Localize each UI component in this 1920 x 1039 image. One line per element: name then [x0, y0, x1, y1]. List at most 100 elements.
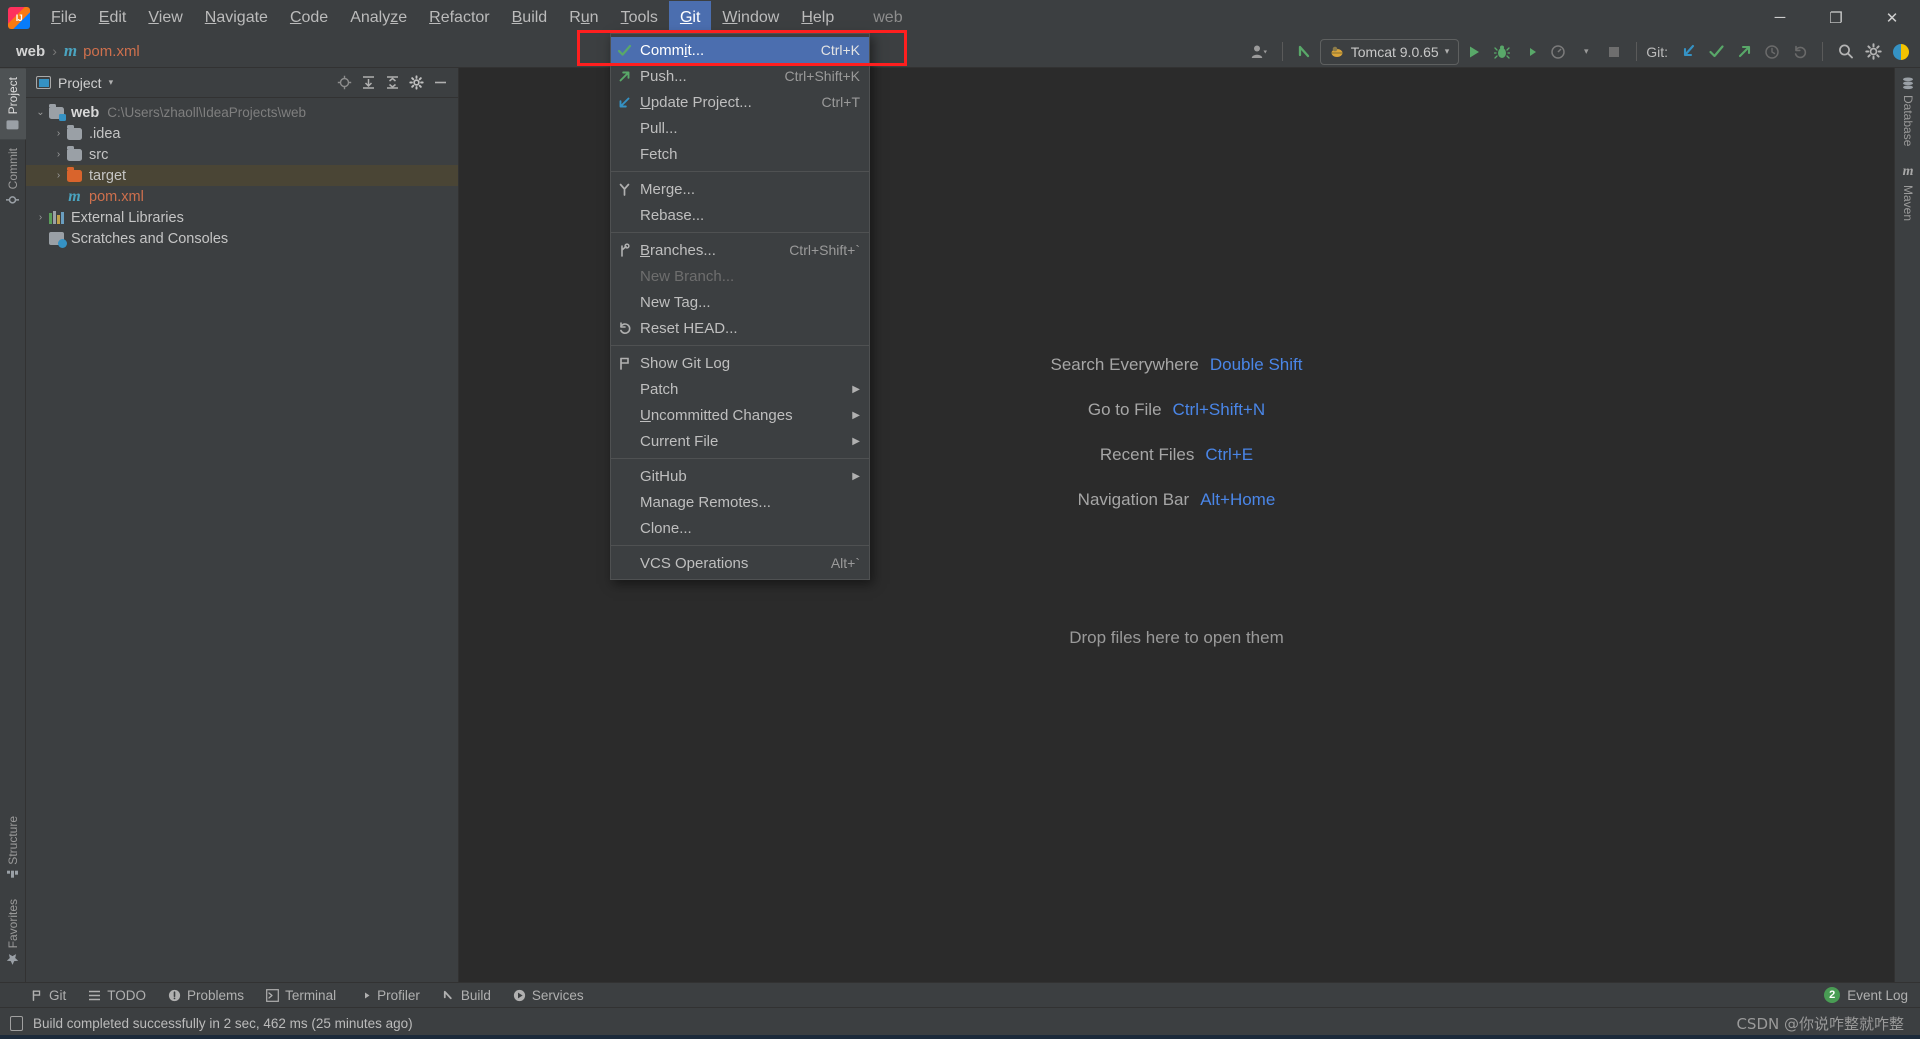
- menu-tools[interactable]: Tools: [610, 1, 669, 34]
- toolwindow-tab-project[interactable]: Project: [0, 68, 26, 140]
- library-icon: [49, 211, 64, 224]
- update-project-icon[interactable]: [1675, 39, 1701, 65]
- chevron-down-icon[interactable]: ▾: [1445, 46, 1450, 57]
- tree-row-external-libraries[interactable]: › External Libraries: [26, 207, 458, 228]
- toolwindow-tab-maven[interactable]: m Maven: [1895, 155, 1920, 230]
- run-with-coverage-icon[interactable]: [1517, 39, 1543, 65]
- menu-item-vcs-operations[interactable]: VCS Operations Alt+`: [611, 550, 869, 576]
- profiler-dropdown-icon[interactable]: ▾: [1573, 39, 1599, 65]
- menu-item-clone[interactable]: Clone...: [611, 515, 869, 541]
- menu-item-manage-remotes[interactable]: Manage Remotes...: [611, 489, 869, 515]
- gear-icon[interactable]: [1860, 39, 1886, 65]
- tree-row-idea[interactable]: › .idea: [26, 123, 458, 144]
- menu-item-push[interactable]: Push... Ctrl+Shift+K: [611, 63, 869, 89]
- menu-analyze[interactable]: Analyze: [339, 1, 418, 34]
- history-icon[interactable]: [1759, 39, 1785, 65]
- menu-view[interactable]: View: [137, 1, 193, 34]
- breadcrumb-root[interactable]: web: [16, 43, 45, 60]
- menu-item-new-tag[interactable]: New Tag...: [611, 289, 869, 315]
- menu-window[interactable]: Window: [711, 1, 790, 34]
- menu-build[interactable]: Build: [501, 1, 559, 34]
- toolwindow-label-maven: Maven: [1901, 185, 1915, 222]
- bottom-tab-label-profiler: Profiler: [377, 987, 420, 1003]
- menu-item-fetch[interactable]: Fetch: [611, 141, 869, 167]
- chevron-right-icon[interactable]: ›: [50, 128, 67, 139]
- profiler-icon[interactable]: [1545, 39, 1571, 65]
- menu-item-reset-head[interactable]: Reset HEAD...: [611, 315, 869, 341]
- tree-row-scratches-and-consoles[interactable]: Scratches and Consoles: [26, 228, 458, 249]
- blue-arrow-down-left-icon: [617, 95, 640, 110]
- toolwindow-tab-favorites[interactable]: Favorites: [0, 890, 26, 974]
- green-check-icon: [617, 43, 640, 58]
- expand-all-icon[interactable]: [361, 75, 376, 90]
- bottom-tab-todo[interactable]: TODO: [88, 988, 146, 1003]
- hint-key-recent-files: Ctrl+E: [1205, 445, 1254, 464]
- search-icon[interactable]: [1832, 39, 1858, 65]
- tree-label-pom-xml: pom.xml: [89, 188, 144, 205]
- menu-item-rebase[interactable]: Rebase...: [611, 202, 869, 228]
- bottom-tab-profiler[interactable]: Profiler: [358, 988, 420, 1003]
- menu-code[interactable]: Code: [279, 1, 339, 34]
- bottom-tab-services[interactable]: Services: [513, 988, 584, 1003]
- menu-item-current-file[interactable]: Current File ▶: [611, 428, 869, 454]
- event-log-area[interactable]: 2 Event Log: [1824, 987, 1920, 1003]
- bottom-tab-terminal[interactable]: Terminal: [266, 988, 336, 1003]
- push-icon[interactable]: [1731, 39, 1757, 65]
- status-message: Build completed successfully in 2 sec, 4…: [33, 1016, 413, 1031]
- chevron-down-icon[interactable]: ⌄: [32, 107, 49, 118]
- close-button[interactable]: ✕: [1864, 0, 1920, 35]
- menu-item-uncommitted-changes[interactable]: Uncommitted Changes ▶: [611, 402, 869, 428]
- menu-help[interactable]: Help: [790, 1, 845, 34]
- tree-row-web[interactable]: ⌄ web C:\Users\zhaoll\IdeaProjects\web: [26, 102, 458, 123]
- toolwindow-tab-structure[interactable]: Structure: [0, 807, 26, 890]
- breadcrumb-file[interactable]: pom.xml: [83, 43, 140, 60]
- tree-row-target[interactable]: › target: [26, 165, 458, 186]
- menu-item-shortcut-commit: Ctrl+K: [820, 42, 860, 58]
- menu-item-pull[interactable]: Pull...: [611, 115, 869, 141]
- debug-icon[interactable]: [1489, 39, 1515, 65]
- menu-run[interactable]: Run: [558, 1, 609, 34]
- maximize-button[interactable]: ❐: [1808, 0, 1864, 35]
- user-account-icon[interactable]: [1247, 39, 1273, 65]
- run-icon[interactable]: [1461, 39, 1487, 65]
- back-arrow-icon[interactable]: [1292, 39, 1318, 65]
- toolwindow-tab-commit[interactable]: Commit: [0, 139, 26, 214]
- menu-item-show-git-log[interactable]: Show Git Log: [611, 350, 869, 376]
- menu-file[interactable]: File: [40, 1, 88, 34]
- hide-panel-icon[interactable]: [433, 75, 448, 90]
- stop-icon[interactable]: [1601, 39, 1627, 65]
- menu-item-patch[interactable]: Patch ▶: [611, 376, 869, 402]
- collapse-all-icon[interactable]: [385, 75, 400, 90]
- menu-item-branches[interactable]: Branches... Ctrl+Shift+`: [611, 237, 869, 263]
- toolwindow-tab-database[interactable]: Database: [1895, 68, 1920, 155]
- menu-navigate[interactable]: Navigate: [194, 1, 279, 34]
- bottom-tab-build[interactable]: Build: [442, 988, 491, 1003]
- chevron-right-icon[interactable]: ›: [32, 212, 49, 223]
- chevron-down-icon[interactable]: ▾: [109, 77, 114, 88]
- tree-row-src[interactable]: › src: [26, 144, 458, 165]
- chevron-right-icon[interactable]: ›: [50, 149, 67, 160]
- run-configuration-selector[interactable]: Tomcat 9.0.65 ▾: [1319, 38, 1460, 65]
- menu-refactor[interactable]: Refactor: [418, 1, 500, 34]
- ide-avatar-icon[interactable]: [1888, 39, 1914, 65]
- commit-icon[interactable]: [1703, 39, 1729, 65]
- bottom-tab-problems[interactable]: Problems: [168, 988, 244, 1003]
- minimize-button[interactable]: ─: [1752, 0, 1808, 35]
- menu-item-update-project[interactable]: Update Project... Ctrl+T: [611, 89, 869, 115]
- menu-item-merge[interactable]: Merge...: [611, 176, 869, 202]
- tree-row-pom-xml[interactable]: m pom.xml: [26, 186, 458, 207]
- toolwindow-label-favorites: Favorites: [6, 898, 20, 948]
- merge-icon: [617, 182, 640, 197]
- branch-icon: [617, 242, 640, 258]
- bottom-tab-git[interactable]: Git: [30, 988, 66, 1003]
- menu-item-github[interactable]: GitHub ▶: [611, 463, 869, 489]
- menu-git[interactable]: Git: [668, 1, 712, 34]
- locate-icon[interactable]: [337, 75, 352, 90]
- toolbar-divider: [1281, 42, 1283, 61]
- rollback-icon[interactable]: [1787, 39, 1813, 65]
- menu-item-commit[interactable]: Commit... Ctrl+K: [611, 37, 869, 63]
- chevron-right-icon[interactable]: ›: [50, 170, 67, 181]
- event-log-label[interactable]: Event Log: [1847, 988, 1908, 1003]
- menu-edit[interactable]: Edit: [88, 1, 138, 34]
- gear-icon[interactable]: [409, 75, 424, 90]
